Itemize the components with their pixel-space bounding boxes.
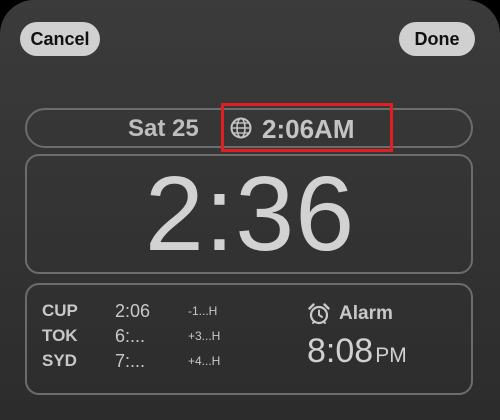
- city-code: CUP: [42, 301, 78, 320]
- city-offset: +4...H: [188, 354, 221, 368]
- alarm-label: Alarm: [339, 303, 393, 324]
- city-code: SYD: [42, 351, 77, 370]
- city-code: TOK: [42, 326, 78, 345]
- clock-time: 2:36: [144, 155, 356, 273]
- city-offset: +3...H: [188, 329, 221, 343]
- city-offset: -1...H: [188, 304, 218, 318]
- lock-screen-editor: Cancel Done Sat 25 2:06AM 2:36 CUP 2:06 …: [0, 0, 500, 420]
- date-label: Sat 25: [128, 115, 199, 142]
- highlight-box: [221, 103, 393, 152]
- alarm-time-value: 8:08: [307, 332, 374, 370]
- city-time: 7:...: [115, 351, 146, 371]
- city-time: 2:06: [115, 301, 151, 321]
- cancel-button[interactable]: Cancel: [20, 22, 100, 56]
- alarm-time: 8:08PM: [307, 330, 407, 377]
- done-button[interactable]: Done: [399, 22, 475, 56]
- city-time: 6:...: [115, 326, 146, 346]
- alarm-clock-icon: [308, 303, 330, 325]
- alarm-period: PM: [375, 344, 407, 367]
